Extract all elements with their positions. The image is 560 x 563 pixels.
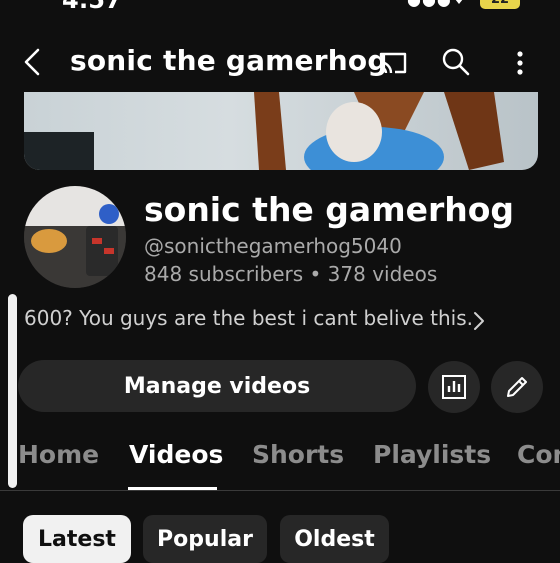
chip-latest[interactable]: Latest: [23, 515, 131, 563]
back-icon[interactable]: [18, 46, 50, 78]
channel-banner: [24, 92, 538, 170]
chip-popular[interactable]: Popular: [143, 515, 267, 563]
cast-icon[interactable]: [377, 50, 409, 76]
channel-stats: 848 subscribers • 378 videos: [144, 262, 438, 286]
tab-videos[interactable]: Videos: [129, 440, 223, 469]
channel-handle: @sonicthegamerhog5040: [144, 234, 402, 258]
analytics-button[interactable]: [428, 361, 480, 413]
banner-image: [24, 92, 504, 170]
divider: [0, 490, 560, 491]
chip-oldest[interactable]: Oldest: [280, 515, 389, 563]
page-title: sonic the gamerhog: [70, 44, 388, 77]
channel-description[interactable]: 600? You guys are the best i cant belive…: [24, 306, 473, 330]
wifi-icon: [455, 0, 463, 4]
avatar-image: [24, 186, 126, 288]
more-icon[interactable]: [508, 48, 532, 78]
edit-channel-button[interactable]: [491, 361, 543, 413]
search-icon[interactable]: [441, 47, 471, 77]
manage-videos-button[interactable]: Manage videos: [18, 360, 416, 412]
avatar[interactable]: [24, 186, 126, 288]
chevron-right-icon[interactable]: [472, 310, 486, 332]
status-time: 4:57: [62, 0, 122, 14]
tab-community[interactable]: Con: [517, 440, 560, 469]
tab-home[interactable]: Home: [18, 440, 99, 469]
pencil-icon: [507, 377, 527, 397]
scrollbar[interactable]: [8, 294, 17, 488]
tab-playlists[interactable]: Playlists: [373, 440, 491, 469]
tab-shorts[interactable]: Shorts: [252, 440, 344, 469]
analytics-icon: [442, 375, 466, 399]
battery-icon: 22: [480, 0, 520, 9]
channel-name: sonic the gamerhog: [144, 190, 515, 229]
signal-icon: ●●●: [407, 0, 452, 9]
